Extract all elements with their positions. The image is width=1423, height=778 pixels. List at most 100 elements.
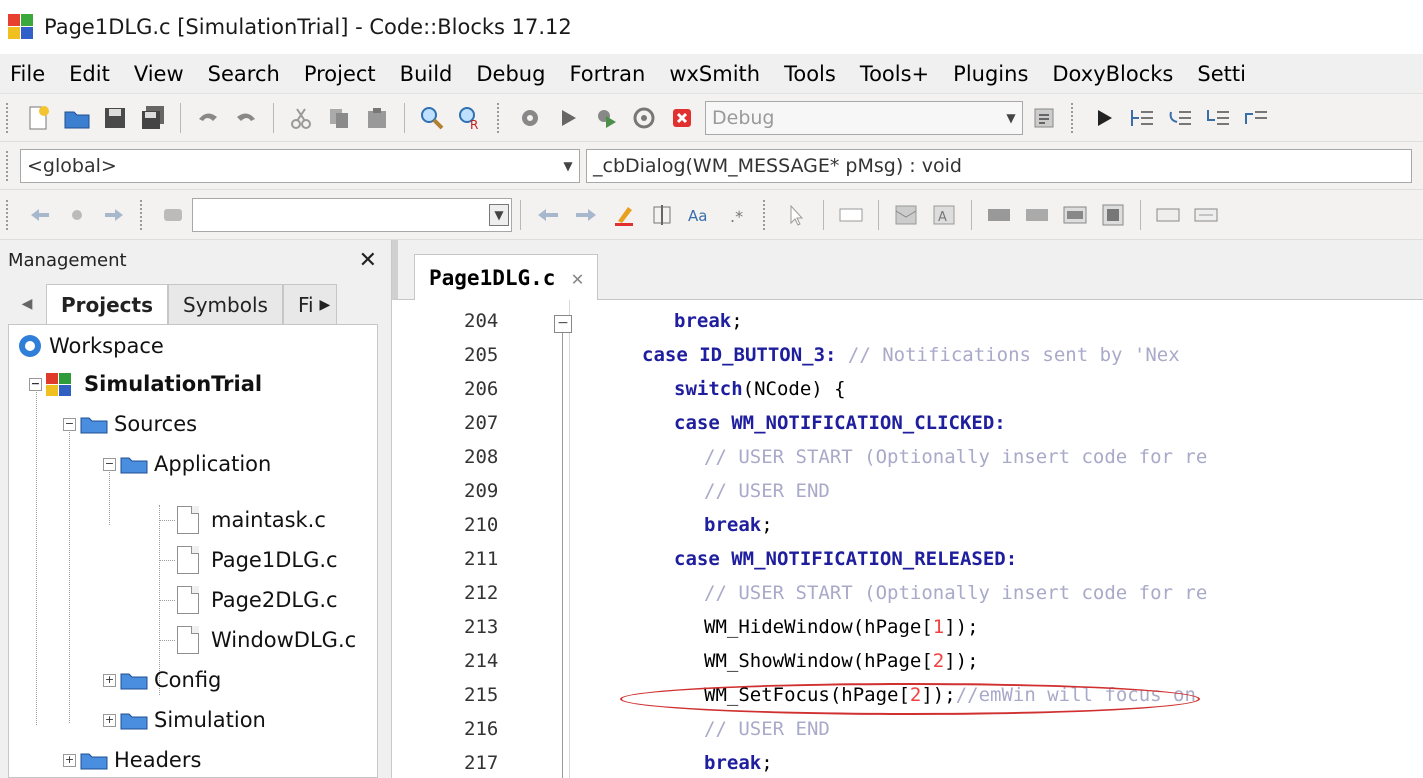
tree-item-sources[interactable]: − Sources (63, 405, 197, 443)
menu-search[interactable]: Search (208, 62, 280, 86)
scope-select[interactable]: <global> ▼ (20, 148, 580, 183)
build-and-run-icon[interactable] (589, 101, 623, 135)
tree-item-file[interactable]: Page2DLG.c (177, 581, 338, 619)
copy-icon[interactable] (322, 101, 356, 135)
chevron-down-icon: ▼ (563, 158, 573, 173)
save-icon[interactable] (98, 101, 132, 135)
tree-item-headers[interactable]: + Headers (63, 741, 201, 777)
debug-next-line-icon[interactable] (1163, 101, 1197, 135)
selected-text-icon[interactable] (645, 198, 679, 232)
tree-item-file[interactable]: WindowDLG.c (177, 621, 356, 659)
search-input[interactable]: ▼ (192, 197, 512, 232)
paste-icon[interactable] (360, 101, 394, 135)
new-file-icon[interactable] (22, 101, 56, 135)
widget-radio-icon[interactable] (1189, 198, 1223, 232)
jump-forward-icon[interactable] (98, 198, 132, 232)
menu-tools-plus[interactable]: Tools+ (860, 62, 929, 86)
menu-settings[interactable]: Setti (1197, 62, 1246, 86)
function-select[interactable]: _cbDialog(WM_MESSAGE* pMsg) : void (586, 148, 1412, 183)
debug-step-out-icon[interactable] (1239, 101, 1273, 135)
menu-wxsmith[interactable]: wxSmith (669, 62, 760, 86)
redo-icon[interactable] (229, 101, 263, 135)
rebuild-icon[interactable] (627, 101, 661, 135)
debug-step-into-icon[interactable] (1201, 101, 1235, 135)
close-tab-icon[interactable]: ✕ (571, 266, 583, 290)
abort-icon[interactable] (665, 101, 699, 135)
widget-edit-icon[interactable] (1020, 198, 1054, 232)
menu-view[interactable]: View (134, 62, 184, 86)
save-all-icon[interactable] (136, 101, 170, 135)
clear-search-icon[interactable] (156, 198, 190, 232)
collapse-icon[interactable]: − (103, 457, 116, 471)
menu-build[interactable]: Build (400, 62, 453, 86)
menu-doxyblocks[interactable]: DoxyBlocks (1052, 62, 1173, 86)
find-next-icon[interactable] (569, 198, 603, 232)
match-case-icon[interactable]: Aa (683, 198, 717, 232)
menu-debug[interactable]: Debug (476, 62, 545, 86)
replace-icon[interactable]: R (453, 101, 487, 135)
tree-item-workspace[interactable]: Workspace (17, 327, 164, 365)
expand-icon[interactable]: + (103, 713, 116, 727)
toolbar-grip[interactable] (763, 199, 769, 230)
code-line: case WM_NOTIFICATION_CLICKED: (674, 412, 1006, 434)
toolbar-grip[interactable] (6, 199, 12, 230)
tab-scroll-left-icon[interactable]: ◀ (8, 284, 46, 324)
menu-plugins[interactable]: Plugins (953, 62, 1028, 86)
cut-icon[interactable] (284, 101, 318, 135)
undo-icon[interactable] (191, 101, 225, 135)
build-icon[interactable] (513, 101, 547, 135)
menu-project[interactable]: Project (304, 62, 376, 86)
editor-tab-page1dlg[interactable]: Page1DLG.c ✕ (414, 254, 599, 300)
menu-edit[interactable]: Edit (69, 62, 110, 86)
widget-panel-icon[interactable] (834, 198, 868, 232)
menu-file[interactable]: File (10, 62, 45, 86)
pointer-icon[interactable] (779, 198, 813, 232)
line-number: 204 (464, 310, 499, 332)
toolbar-grip[interactable] (6, 150, 12, 181)
tab-symbols[interactable]: Symbols (168, 284, 283, 324)
toolbar-grip[interactable] (497, 102, 503, 133)
close-icon[interactable]: ✕ (359, 248, 377, 273)
tree-item-project[interactable]: − SimulationTrial (29, 365, 262, 403)
toolbar-separator (971, 199, 972, 230)
jump-back-icon[interactable] (22, 198, 56, 232)
tab-projects[interactable]: Projects (46, 284, 169, 324)
tree-item-simulation[interactable]: + Simulation (103, 701, 266, 739)
highlight-icon[interactable] (607, 198, 641, 232)
tree-item-config[interactable]: + Config (103, 661, 221, 699)
debug-start-icon[interactable] (1087, 101, 1121, 135)
expand-icon[interactable]: + (103, 673, 116, 687)
tab-scroll-right-icon[interactable]: ▶ (320, 297, 331, 313)
widget-image-icon[interactable] (889, 198, 923, 232)
editor-tab-bar: Page1DLG.c ✕ (392, 240, 1423, 300)
build-target-select[interactable]: Debug ▼ (705, 100, 1023, 135)
widget-checkbox-icon[interactable] (1151, 198, 1185, 232)
tree-item-file[interactable]: Page1DLG.c (177, 541, 338, 579)
fold-marker-icon[interactable]: − (554, 315, 572, 333)
toolbar-grip[interactable] (1071, 102, 1077, 133)
find-previous-icon[interactable] (531, 198, 565, 232)
open-file-icon[interactable] (60, 101, 94, 135)
folder-icon (80, 417, 108, 434)
tab-files[interactable]: Fi ▶ (282, 284, 338, 324)
management-title: Management (8, 249, 127, 271)
widget-button-icon[interactable] (982, 198, 1016, 232)
toolbar-grip[interactable] (140, 199, 146, 230)
tree-item-application[interactable]: − Application (103, 445, 271, 483)
widget-text-icon[interactable]: A (927, 198, 961, 232)
menu-fortran[interactable]: Fortran (569, 62, 645, 86)
widget-window-icon[interactable] (1096, 198, 1130, 232)
collapse-icon[interactable]: − (63, 417, 76, 431)
target-options-icon[interactable] (1027, 101, 1061, 135)
collapse-icon[interactable]: − (29, 377, 42, 391)
menu-tools[interactable]: Tools (784, 62, 836, 86)
toolbar-grip[interactable] (6, 102, 12, 133)
tree-item-file[interactable]: maintask.c (177, 501, 326, 539)
debug-run-to-cursor-icon[interactable] (1125, 101, 1159, 135)
run-icon[interactable] (551, 101, 585, 135)
widget-frame-icon[interactable] (1058, 198, 1092, 232)
expand-icon[interactable]: + (63, 753, 76, 767)
bookmark-icon[interactable] (60, 198, 94, 232)
find-icon[interactable] (415, 101, 449, 135)
regex-icon[interactable]: .* (721, 198, 755, 232)
